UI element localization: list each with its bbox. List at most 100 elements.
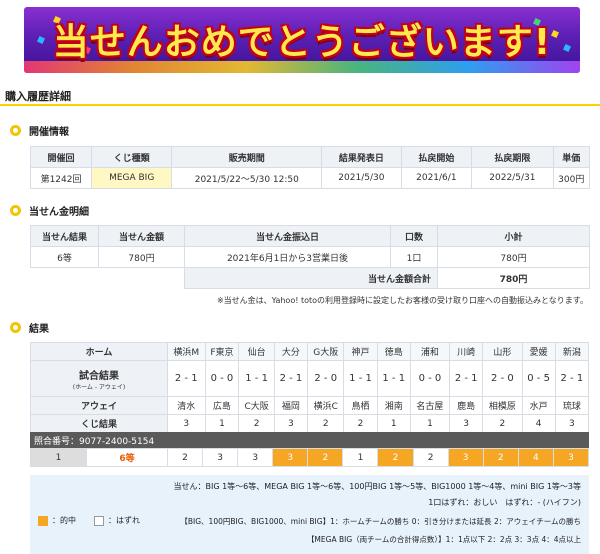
win-header: 当せん金額 (98, 225, 185, 247)
home-row-label: ホーム (30, 342, 168, 361)
kuji-result-cell: 4 (521, 414, 556, 433)
home-team-cell: 浦和 (409, 342, 451, 361)
info-header: 払戻期限 (471, 146, 554, 168)
total-label: 当せん金額合計 (184, 267, 438, 289)
score-cell: 2 - 0 (307, 360, 345, 397)
circle-bullet-icon (10, 205, 21, 216)
payout-note: ※当せん金は、Yahoo! totoの利用登録時に設定したお客様の受け取り口座へ… (216, 296, 588, 305)
total-value: 780円 (437, 267, 590, 289)
reference-number: 照合番号：9077-2400-5154 (30, 432, 589, 448)
ticket-index: 1 (30, 448, 87, 467)
page-title-bar: 購入履歴詳細 (0, 84, 600, 106)
home-team-cell: 山形 (482, 342, 523, 361)
score-label: 試合結果 (79, 370, 119, 382)
kuji-result-cell: 3 (273, 414, 309, 433)
section-info-heading: 開催情報 (10, 123, 69, 138)
score-cell: 2 - 0 (482, 360, 523, 397)
info-header: 払戻開始 (400, 146, 473, 168)
away-team-cell: C大阪 (238, 396, 275, 415)
hit-swatch-icon (38, 515, 48, 526)
home-team-cell: 愛媛 (521, 342, 556, 361)
home-team-cell: 大分 (273, 342, 309, 361)
away-team-cell: 鳥栖 (343, 396, 378, 415)
score-cell: 0 - 5 (521, 360, 556, 397)
score-cell: 2 - 1 (554, 360, 590, 397)
score-cell: 1 - 1 (238, 360, 275, 397)
score-cell: 2 - 1 (273, 360, 309, 397)
kuji-result-cell: 3 (167, 414, 206, 433)
kuji-result-cell: 1 (376, 414, 411, 433)
win-header: 口数 (390, 225, 438, 247)
info-header: 単価 (552, 146, 591, 168)
pick-cell-hit: 3 (552, 448, 590, 467)
away-team-cell: 水戸 (521, 396, 556, 415)
section-result-heading: 結果 (10, 320, 49, 335)
miss-label: ：はずれ (108, 516, 140, 525)
kuji-result-cell: 1 (409, 414, 451, 433)
legend-line-3: 【BIG、100円BIG、BIG1000、mini BIG】1：ホームチームの勝… (180, 517, 581, 526)
info-cell: 第1242回 (29, 167, 93, 189)
legend-line-1: 当せん：BIG 1等〜6等、MEGA BIG 1等〜6等、100円BIG 1等〜… (173, 482, 582, 491)
score-cell: 1 - 1 (343, 360, 378, 397)
circle-bullet-icon (10, 322, 21, 333)
win-cell: 2021年6月1日から3営業日後 (184, 246, 391, 268)
info-cell: 300円 (552, 167, 591, 189)
home-team-cell: 横浜M (167, 342, 206, 361)
kuji-result-cell: 2 (482, 414, 523, 433)
home-team-cell: G大阪 (307, 342, 345, 361)
circle-bullet-icon (10, 125, 21, 136)
kuji-result-cell: 2 (343, 414, 378, 433)
away-team-cell: 琉球 (554, 396, 590, 415)
pick-cell-hit: 4 (517, 448, 554, 467)
away-team-cell: 鹿島 (449, 396, 484, 415)
pick-cell-miss: 2 (412, 448, 449, 467)
win-cell: 1口 (390, 246, 438, 268)
kuji-result-cell: 3 (554, 414, 590, 433)
legend-line-2: 1口はずれ：おしい はずれ：- (ハイフン) (428, 498, 581, 507)
away-team-cell: 広島 (204, 396, 240, 415)
home-team-cell: 川崎 (449, 342, 484, 361)
pick-cell-miss: 3 (202, 448, 239, 467)
kuji-row-label: くじ結果 (30, 414, 168, 433)
miss-swatch-icon (94, 515, 104, 526)
pick-cell-hit: 2 (377, 448, 414, 467)
away-team-cell: 清水 (167, 396, 206, 415)
congratulations-banner: 当せんおめでとうございます! (24, 7, 580, 73)
away-row-label: アウェイ (30, 396, 168, 415)
info-cell-kuji-type: MEGA BIG (91, 167, 173, 189)
kuji-result-cell: 3 (449, 414, 484, 433)
win-header: 小計 (437, 225, 590, 247)
score-row-label: 試合結果 (ホーム - アウェイ) (30, 360, 168, 397)
win-cell: 780円 (437, 246, 590, 268)
win-cell: 6等 (30, 246, 99, 268)
away-team-cell: 福岡 (273, 396, 309, 415)
pick-cell-miss: 1 (342, 448, 379, 467)
info-header: 販売期間 (171, 146, 323, 168)
pick-cell-miss: 3 (237, 448, 274, 467)
score-cell: 2 - 1 (449, 360, 484, 397)
info-cell: 2022/5/31 (471, 167, 554, 189)
info-header: 開催回 (29, 146, 93, 168)
home-team-cell: 仙台 (238, 342, 275, 361)
win-header: 当せん金振込日 (184, 225, 391, 247)
pick-cell-hit: 2 (482, 448, 519, 467)
page-title: 購入履歴詳細 (5, 90, 71, 103)
kuji-result-cell: 1 (204, 414, 240, 433)
away-team-cell: 相模原 (482, 396, 523, 415)
ticket-table: 1 6等 233321223243 (30, 448, 590, 467)
results-table: ホーム 横浜M F東京 仙台 大分 G大阪 神戸 徳島 浦和 川崎 山形 愛媛 新潟 試合結果 (ホー… (30, 342, 590, 433)
banner-title: 当せんおめでとうございます! (52, 22, 552, 63)
info-cell: 2021/5/30 (321, 167, 402, 189)
section-win-heading: 当せん金明細 (10, 203, 89, 218)
away-team-cell: 名古屋 (409, 396, 451, 415)
ticket-rank: 6等 (86, 448, 168, 467)
win-header: 当せん結果 (30, 225, 99, 247)
info-cell: 2021/5/22〜5/30 12:50 (171, 167, 323, 189)
win-table: 当せん結果 当せん金額 当せん金振込日 口数 小計 6等 780円 2021年6… (30, 225, 590, 289)
info-table: 開催回 くじ種類 販売期間 結果発表日 払戻開始 払戻期限 単価 第1242回 … (29, 146, 591, 189)
legend-key: ：的中 ：はずれ (38, 515, 140, 526)
kuji-result-cell: 2 (307, 414, 345, 433)
away-team-cell: 湘南 (376, 396, 411, 415)
pick-cell-miss: 2 (166, 448, 204, 467)
pick-cell-hit: 3 (447, 448, 484, 467)
